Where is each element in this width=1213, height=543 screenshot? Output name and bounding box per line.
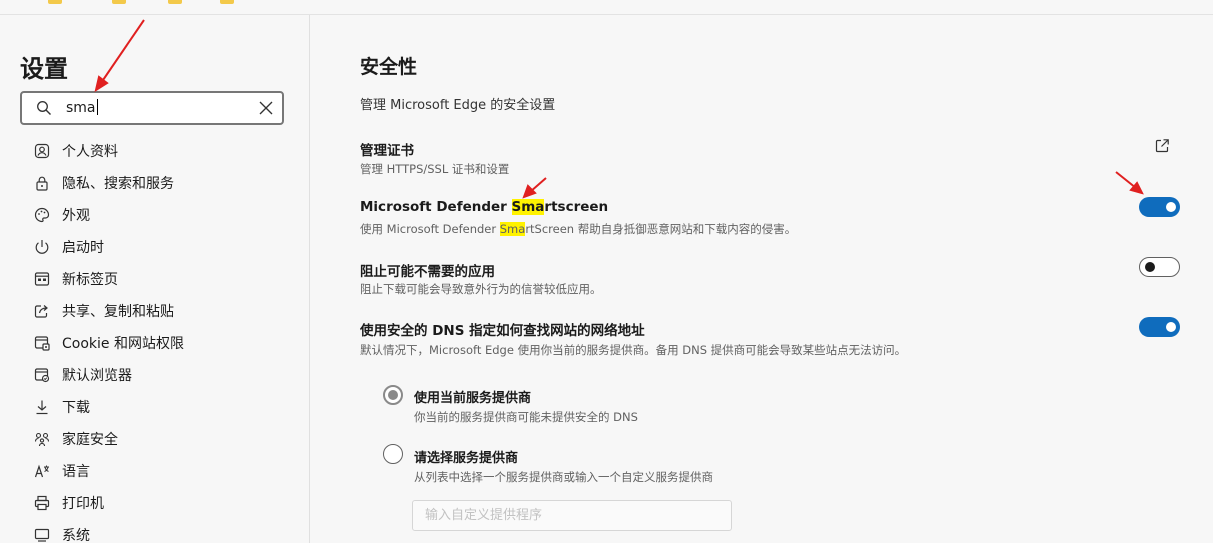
family-icon — [33, 430, 51, 448]
dns-choose-provider-radio[interactable] — [383, 444, 403, 464]
palette-icon — [33, 206, 51, 224]
dns-choose-provider-title[interactable]: 请选择服务提供商 — [414, 447, 518, 466]
sidebar-item-cookies[interactable]: Cookie 和网站权限 — [0, 327, 309, 359]
sidebar-item-label: 下载 — [62, 400, 90, 416]
sidebar-item-language[interactable]: 语言 — [0, 455, 309, 487]
manage-certificates-title[interactable]: 管理证书 — [360, 139, 414, 159]
secure-dns-toggle[interactable] — [1139, 317, 1180, 337]
sidebar-item-label: 隐私、搜索和服务 — [62, 176, 174, 192]
smartscreen-desc: 使用 Microsoft Defender SmartScreen 帮助自身抵御… — [360, 222, 797, 236]
sidebar-title: 设置 — [20, 55, 68, 83]
language-icon — [33, 462, 51, 480]
secure-dns-desc: 默认情况下，Microsoft Edge 使用你当前的服务提供商。备用 DNS … — [360, 343, 907, 357]
dns-current-provider-title[interactable]: 使用当前服务提供商 — [414, 387, 531, 406]
bookmark-folder-icon[interactable] — [48, 0, 62, 4]
dns-current-provider-radio[interactable] — [383, 385, 403, 405]
sidebar-item-label: 新标签页 — [62, 272, 118, 288]
dns-current-provider-desc: 你当前的服务提供商可能未提供安全的 DNS — [414, 410, 638, 424]
bookmarks-bar — [0, 0, 1213, 15]
pua-desc: 阻止下载可能会导致意外行为的信誉较低应用。 — [360, 282, 602, 296]
sidebar-item-label: 语言 — [62, 464, 90, 480]
sidebar-item-label: 系统 — [62, 528, 90, 543]
site-permissions-icon — [33, 334, 51, 352]
sidebar-item-label: 个人资料 — [62, 144, 118, 160]
bookmark-folder-icon[interactable] — [220, 0, 234, 4]
search-highlight: Sma — [499, 222, 526, 236]
sidebar-item-label: 打印机 — [62, 496, 104, 512]
search-input[interactable]: sma — [66, 99, 98, 116]
sidebar-item-printers[interactable]: 打印机 — [0, 487, 309, 519]
custom-dns-provider-input[interactable] — [412, 500, 732, 531]
page-title: 安全性 — [360, 56, 418, 78]
sidebar-item-label: Cookie 和网站权限 — [62, 336, 184, 352]
sidebar-item-family[interactable]: 家庭安全 — [0, 423, 309, 455]
close-icon[interactable] — [258, 100, 274, 116]
secure-dns-title: 使用安全的 DNS 指定如何查找网站的网络地址 — [360, 323, 645, 339]
external-link-icon[interactable] — [1154, 138, 1170, 154]
sidebar-item-label: 共享、复制和粘贴 — [62, 304, 174, 320]
lock-icon — [33, 174, 51, 192]
sidebar-item-label: 家庭安全 — [62, 432, 118, 448]
sidebar-item-profile[interactable]: 个人资料 — [0, 135, 309, 167]
bookmark-folder-icon[interactable] — [112, 0, 126, 4]
printer-icon — [33, 494, 51, 512]
share-icon — [33, 302, 51, 320]
search-icon — [37, 101, 51, 115]
sidebar-item-appearance[interactable]: 外观 — [0, 199, 309, 231]
power-icon — [33, 238, 51, 256]
browser-icon — [33, 366, 51, 384]
settings-nav: 个人资料 隐私、搜索和服务 外观 启动时 新标签页 共享、复制和粘贴 Cooki… — [0, 135, 309, 543]
new-tab-icon — [33, 270, 51, 288]
bookmark-folder-icon[interactable] — [168, 0, 182, 4]
system-icon — [33, 526, 51, 543]
download-icon — [33, 398, 51, 416]
sidebar-item-label: 默认浏览器 — [62, 368, 132, 384]
pua-title: 阻止可能不需要的应用 — [360, 264, 495, 280]
pua-toggle[interactable] — [1139, 257, 1180, 277]
settings-content: 安全性 管理 Microsoft Edge 的安全设置 管理证书 管理 HTTP… — [311, 15, 1213, 543]
settings-sidebar: 设置 sma 个人资料 隐私、搜索和服务 外观 启动时 新标签页 共享、复制和粘… — [0, 15, 310, 543]
smartscreen-toggle[interactable] — [1139, 197, 1180, 217]
sidebar-item-label: 外观 — [62, 208, 90, 224]
sidebar-item-share[interactable]: 共享、复制和粘贴 — [0, 295, 309, 327]
sidebar-item-system[interactable]: 系统 — [0, 519, 309, 543]
search-highlight: Sma — [511, 199, 545, 215]
sidebar-item-label: 启动时 — [62, 240, 104, 256]
sidebar-item-new-tab[interactable]: 新标签页 — [0, 263, 309, 295]
sidebar-item-privacy[interactable]: 隐私、搜索和服务 — [0, 167, 309, 199]
dns-choose-provider-desc: 从列表中选择一个服务提供商或输入一个自定义服务提供商 — [414, 470, 713, 484]
settings-search-box[interactable]: sma — [20, 91, 284, 125]
profile-icon — [33, 142, 51, 160]
sidebar-item-default-browser[interactable]: 默认浏览器 — [0, 359, 309, 391]
sidebar-item-startup[interactable]: 启动时 — [0, 231, 309, 263]
smartscreen-title: Microsoft Defender Smartscreen — [360, 199, 609, 215]
page-subtitle: 管理 Microsoft Edge 的安全设置 — [360, 98, 556, 113]
manage-certificates-desc: 管理 HTTPS/SSL 证书和设置 — [360, 162, 510, 176]
sidebar-item-downloads[interactable]: 下载 — [0, 391, 309, 423]
